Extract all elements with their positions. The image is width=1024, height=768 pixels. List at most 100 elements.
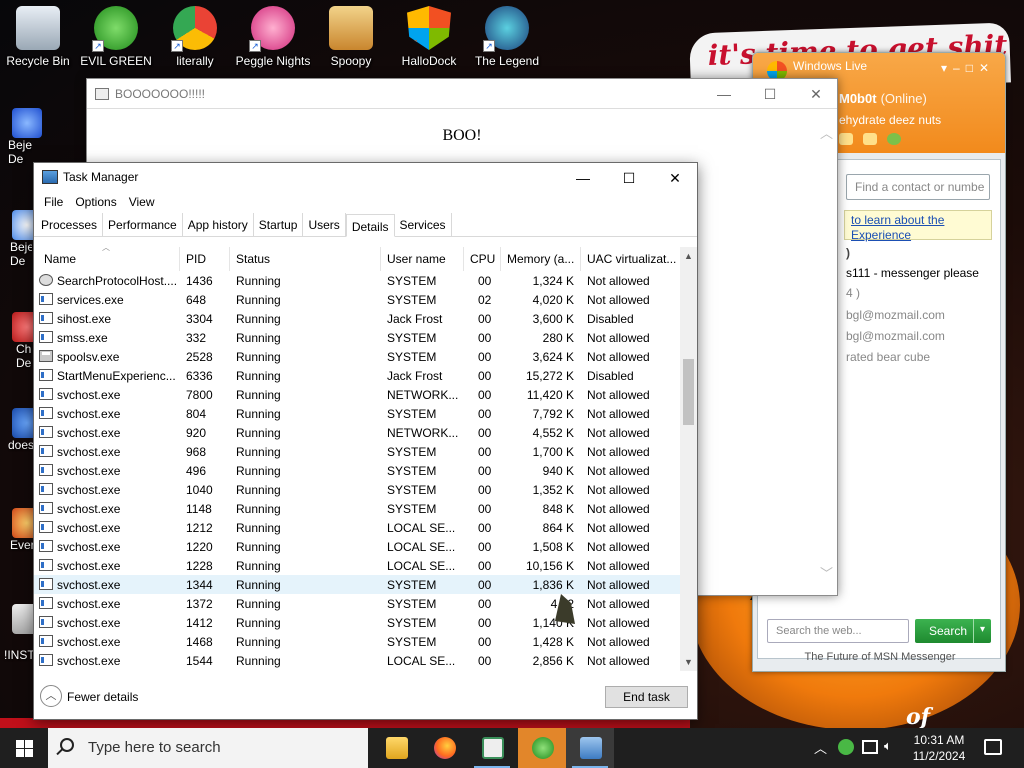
close-button[interactable]: ✕	[793, 79, 839, 109]
menu-view[interactable]: View	[123, 191, 161, 213]
game-character-icon: ↗	[483, 6, 529, 52]
contact-item[interactable]: bgl@mozmail.com	[846, 308, 945, 322]
network-icon[interactable]	[862, 740, 878, 754]
close-button[interactable]: ✕	[652, 163, 698, 193]
scroll-down-icon[interactable]: ▼	[680, 657, 697, 667]
contact-item[interactable]: rated bear cube	[846, 350, 930, 364]
column-header-uac[interactable]: UAC virtualizat...	[581, 247, 680, 271]
scrollbar-thumb[interactable]	[683, 359, 694, 425]
globe-icon[interactable]	[887, 133, 901, 145]
scroll-down-icon[interactable]: ﹀	[820, 563, 833, 582]
fewer-details-link[interactable]: Fewer details	[67, 690, 138, 704]
contact-group[interactable]: 4 )	[846, 286, 860, 300]
web-search-button[interactable]: Search ▾	[915, 619, 991, 643]
minimize-button[interactable]: —	[701, 79, 747, 109]
notification-center-icon[interactable]	[984, 739, 1002, 755]
minimize-button[interactable]: —	[560, 163, 606, 193]
desktop-icon-label: does	[8, 438, 34, 452]
show-hidden-icons-button[interactable]: ︿	[814, 738, 827, 757]
contact-group[interactable]: )	[846, 246, 850, 260]
tab-processes[interactable]: Processes	[36, 213, 104, 236]
desktop-icon-literally[interactable]: ↗ literally	[157, 0, 233, 68]
desktop-icon-hallodock[interactable]: ↗ HalloDock	[391, 0, 467, 68]
system-clock[interactable]: 10:31 AM 11/2/2024	[904, 732, 974, 764]
scroll-up-icon[interactable]: ︿	[820, 123, 833, 142]
table-row[interactable]: svchost.exe1372RunningSYSTEM004,82Not al…	[34, 594, 680, 613]
column-header-memory[interactable]: Memory (a...	[501, 247, 581, 271]
menu-options[interactable]: Options	[69, 191, 122, 213]
table-row[interactable]: svchost.exe 1412 Running SYSTEM 00 1,140 K Not…	[34, 613, 680, 632]
end-task-button[interactable]: End task	[605, 686, 688, 708]
chevron-down-icon[interactable]: ▾	[973, 619, 991, 643]
table-row[interactable]: smss.exe 332 Running SYSTEM 00 280 K Not allow…	[34, 328, 680, 347]
cell-cpu: 00	[478, 369, 492, 383]
column-header-status[interactable]: Status	[230, 247, 381, 271]
web-search-input[interactable]: Search the web...	[767, 619, 909, 643]
tab-users[interactable]: Users	[303, 213, 346, 236]
table-row[interactable]: svchost.exe 1212 Running LOCAL SE... 00 864 K…	[34, 518, 680, 537]
folder-icon[interactable]	[863, 133, 877, 145]
column-header-user-name[interactable]: User name	[381, 247, 464, 271]
boo-title-bar[interactable]: BOOOOOOO!!!!! — ☐ ✕	[87, 79, 837, 109]
taskbar-search-box[interactable]: Type here to search	[48, 728, 368, 768]
table-row[interactable]: svchost.exe 968 Running SYSTEM 00 1,700 K Not …	[34, 442, 680, 461]
desktop-icon-evil-green-msn[interactable]: ↗ EVIL GREEN MSN GO...	[78, 0, 154, 68]
table-row[interactable]: svchost.exe 7800 Running NETWORK... 00 11,420…	[34, 385, 680, 404]
table-row[interactable]: svchost.exe 1148 Running SYSTEM 00 848 K Not a…	[34, 499, 680, 518]
task-manager-title-bar[interactable]: Task Manager — ☐ ✕	[34, 163, 697, 191]
maximize-button[interactable]: ☐	[606, 163, 652, 193]
start-button[interactable]	[0, 728, 48, 768]
desktop-icon-spoopy[interactable]: Spoopy	[313, 0, 389, 68]
search-icon	[60, 738, 74, 752]
msn-user-name[interactable]: M0b0t (Online)	[839, 91, 927, 106]
table-row[interactable]: svchost.exe 1220 Running LOCAL SE... 00 1,508…	[34, 537, 680, 556]
msn-tray-icon[interactable]	[838, 739, 854, 755]
maximize-button[interactable]: ☐	[747, 79, 793, 109]
desktop-icon-bejeweled-1[interactable]: Beje De	[0, 108, 42, 166]
desktop-icon-peggle-nights[interactable]: ↗ Peggle Nights Del...	[235, 0, 311, 68]
mail-icon[interactable]	[839, 133, 853, 145]
table-row[interactable]: svchost.exe 1040 Running SYSTEM 00 1,352 K Not…	[34, 480, 680, 499]
msn-window-controls[interactable]: ▾–□✕	[941, 61, 995, 75]
table-row[interactable]: sihost.exe 3304 Running Jack Frost 00 3,600 K…	[34, 309, 680, 328]
table-row[interactable]: svchost.exe 1468 Running SYSTEM 00 1,428 K Not…	[34, 632, 680, 651]
table-row[interactable]: svchost.exe 920 Running NETWORK... 00 4,552 K…	[34, 423, 680, 442]
volume-icon[interactable]: 🔈︎	[884, 738, 892, 754]
column-header-cpu[interactable]: CPU	[464, 247, 501, 271]
cell-mem: 864 K	[542, 521, 574, 535]
taskbar-task-manager[interactable]	[566, 728, 614, 768]
taskbar-msn-messenger[interactable]	[518, 728, 566, 768]
table-row[interactable]: svchost.exe 804 Running SYSTEM 00 7,792 K Not …	[34, 404, 680, 423]
table-row[interactable]: StartMenuExperienc... 6336 Running Jack Fro…	[34, 366, 680, 385]
column-header-pid[interactable]: PID	[180, 247, 230, 271]
msn-ad-link[interactable]: to learn about the Experience	[844, 210, 992, 242]
boo-window-title: BOOOOOOO!!!!!	[115, 87, 206, 101]
desktop-icon-recycle-bin[interactable]: Recycle Bin	[0, 0, 76, 68]
tab-details[interactable]: Details	[345, 214, 395, 237]
msn-personal-message[interactable]: ehydrate deez nuts	[839, 113, 941, 127]
find-contact-input[interactable]: Find a contact or numbe	[846, 174, 990, 200]
contact-item[interactable]: s111 - messenger please	[846, 266, 979, 280]
vertical-scrollbar[interactable]: ▲ ▼	[680, 247, 697, 671]
table-row[interactable]: services.exe 648 Running SYSTEM 02 4,020 K Not…	[34, 290, 680, 309]
taskbar-boo-app[interactable]	[468, 728, 516, 768]
table-row[interactable]: svchost.exe 496 Running SYSTEM 00 940 K Not al…	[34, 461, 680, 480]
contact-item[interactable]: bgl@mozmail.com	[846, 329, 945, 343]
menu-file[interactable]: File	[38, 191, 69, 213]
desktop-icon-legend-of-tide[interactable]: ↗ The Legend of Tide...	[469, 0, 545, 68]
column-header-name[interactable]: ︿ Name	[34, 247, 180, 271]
tab-services[interactable]: Services	[395, 213, 452, 236]
chevron-up-icon[interactable]: ︿	[40, 685, 62, 707]
tab-app-history[interactable]: App history	[183, 213, 254, 236]
scroll-up-icon[interactable]: ▲	[680, 251, 697, 261]
cell-uac: Not allowed	[587, 445, 650, 459]
taskbar-file-explorer[interactable]	[372, 728, 420, 768]
table-row[interactable]: svchost.exe 1228 Running LOCAL SE... 00 10,15…	[34, 556, 680, 575]
table-row[interactable]: SearchProtocolHost.... 1436 Running SYSTEM 0…	[34, 271, 680, 290]
taskbar-firefox[interactable]	[420, 728, 468, 768]
tab-startup[interactable]: Startup	[254, 213, 304, 236]
table-row[interactable]: svchost.exe 1544 Running LOCAL SE... 00 2,856…	[34, 651, 680, 670]
tab-performance[interactable]: Performance	[103, 213, 183, 236]
table-row[interactable]: spoolsv.exe 2528 Running SYSTEM 00 3,624 K Not…	[34, 347, 680, 366]
table-row[interactable]: svchost.exe 1344 Running SYSTEM 00 1,836 K Not…	[34, 575, 680, 594]
